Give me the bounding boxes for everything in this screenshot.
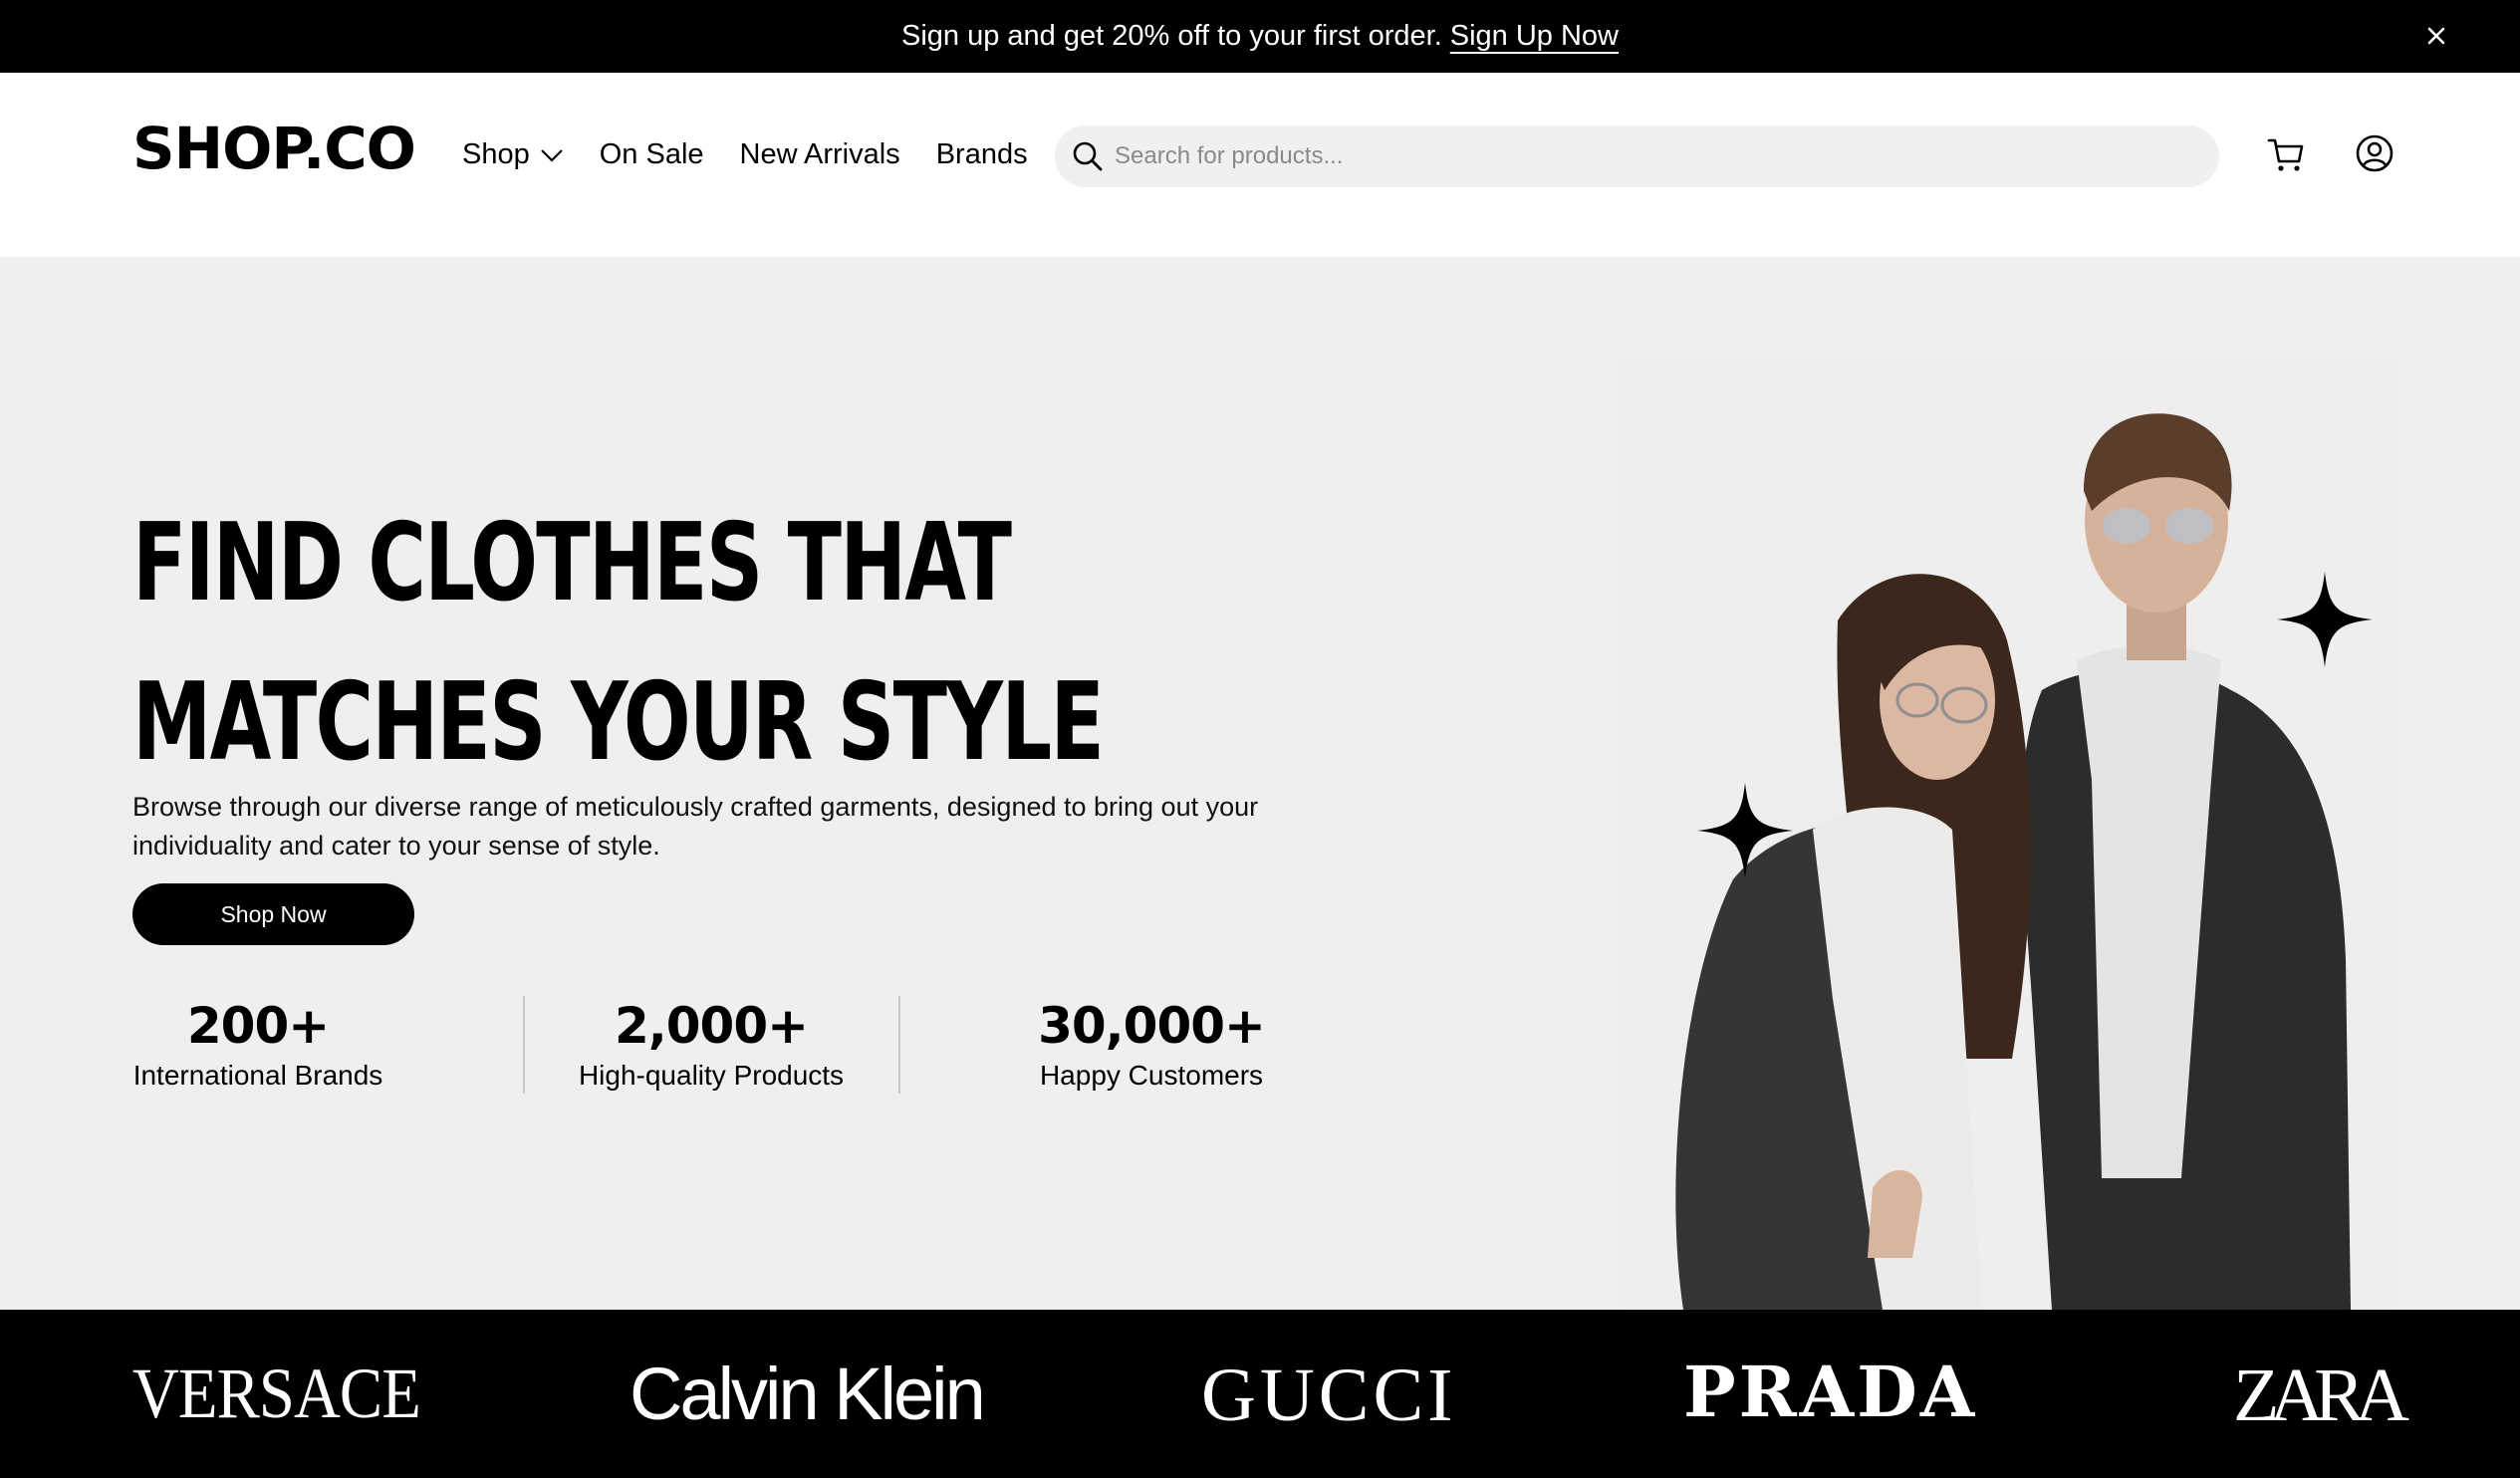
brand-logo-gucci: GUCCI	[1201, 1354, 1457, 1437]
stat-value: 30,000+	[1038, 997, 1266, 1055]
nav-item-new-arrivals[interactable]: New Arrivals	[740, 138, 900, 171]
hero-description: Browse through our diverse range of meti…	[132, 792, 1259, 861]
main-nav: Shop On Sale New Arrivals Brands	[462, 138, 1064, 171]
brand-logo-calvin-klein: Calvin Klein	[630, 1353, 986, 1435]
cart-icon[interactable]	[2266, 134, 2306, 174]
promo-banner: Sign up and get 20% off to your first or…	[0, 0, 2520, 73]
stat-brands: 200+ International Brands	[132, 996, 383, 1096]
brand-logo-versace: VERSACE	[132, 1354, 421, 1433]
stat-label: Happy Customers	[1039, 1060, 1264, 1091]
stat-products: 2,000+ High-quality Products	[573, 996, 850, 1096]
stat-value: 200+	[186, 997, 330, 1055]
stat-value: 2,000+	[614, 997, 809, 1055]
stat-customers: 30,000+ Happy Customers	[1036, 996, 1267, 1096]
sparkle-star-icon	[1697, 783, 1793, 883]
search-input[interactable]	[1113, 141, 2192, 171]
nav-item-on-sale[interactable]: On Sale	[600, 138, 704, 171]
search-icon	[1071, 139, 1105, 173]
stat-divider	[523, 996, 525, 1094]
nav-item-label: Brands	[935, 138, 1028, 170]
sparkle-star-icon	[2277, 572, 2373, 672]
hero-headline: FIND CLOTHES THAT MATCHES YOUR STYLE	[132, 501, 1105, 785]
hero-section: FIND CLOTHES THAT MATCHES YOUR STYLE Bro…	[0, 257, 2520, 1310]
nav-item-brands[interactable]: Brands	[936, 138, 1028, 171]
brand-logo-zara: ZARA	[2233, 1354, 2409, 1437]
stat-label: International Brands	[132, 1060, 383, 1091]
brand-logo-prada: PRADA	[1683, 1351, 1978, 1433]
chevron-down-icon	[540, 138, 564, 171]
search-bar	[1055, 125, 2219, 187]
stat-label: High-quality Products	[578, 1060, 845, 1091]
nav-item-shop[interactable]: Shop	[462, 138, 564, 171]
nav-item-label: New Arrivals	[739, 138, 900, 170]
promo-text: Sign up and get 20% off to your first or…	[901, 20, 1442, 52]
brands-bar: VERSACE Calvin Klein GUCCI PRADA ZARA	[0, 1310, 2520, 1478]
stat-divider	[898, 996, 900, 1094]
nav-item-label: On Sale	[599, 138, 704, 170]
nav-item-label: Shop	[462, 138, 530, 170]
sign-up-link[interactable]: Sign Up Now	[1450, 20, 1619, 53]
site-header: SHOP.CO Shop On Sale New Arrivals Brands	[0, 73, 2520, 257]
close-icon[interactable]	[2416, 16, 2456, 56]
logo[interactable]: SHOP.CO	[132, 120, 416, 177]
shop-now-button[interactable]: Shop Now	[132, 883, 414, 945]
user-circle-icon[interactable]	[2355, 133, 2394, 173]
